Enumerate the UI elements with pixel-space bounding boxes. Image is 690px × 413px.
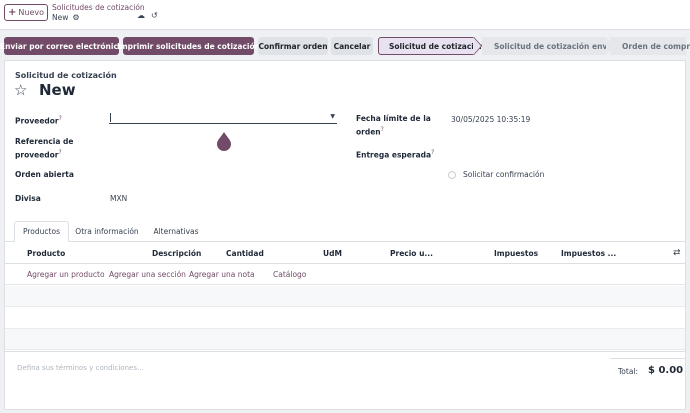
currency-value[interactable]: MXN	[110, 194, 127, 203]
record-actions: ☁ ↺	[137, 11, 158, 20]
cancel-button[interactable]: Cancelar	[331, 37, 373, 55]
blanket-order-label: Orden abierta	[15, 170, 74, 179]
new-button-label: Nuevo	[18, 8, 44, 17]
tab-products[interactable]: Productos	[14, 221, 69, 242]
top-bar: + Nuevo Solicitudes de cotización New ⚙ …	[0, 0, 690, 30]
gear-icon[interactable]: ⚙	[72, 13, 79, 22]
status-arrow-fill	[473, 37, 481, 55]
status-purchase-order[interactable]: Orden de compra	[610, 37, 690, 55]
currency-label: Divisa	[15, 194, 41, 203]
ack-label: Solicitar confirmación	[463, 170, 545, 179]
empty-row	[5, 329, 685, 350]
help-icon[interactable]: ?	[381, 126, 384, 133]
add-section-link[interactable]: Agregar una sección	[109, 270, 186, 279]
confirm-order-button[interactable]: Confirmar orden	[258, 37, 328, 55]
form-sheet: Solicitud de cotización ☆ New Proveedor?…	[4, 60, 686, 410]
help-icon[interactable]: ?	[431, 149, 434, 156]
discard-icon[interactable]: ↺	[151, 11, 158, 20]
order-lines-header: Producto Descripción Cantidad UdM Precio…	[5, 243, 685, 264]
column-quantity[interactable]: Cantidad	[226, 249, 264, 258]
breadcrumb-current: New ⚙	[52, 13, 80, 22]
tab-other-info[interactable]: Otra información	[73, 221, 141, 242]
document-type-label: Solicitud de cotización	[15, 71, 117, 80]
record-name: New	[52, 13, 69, 22]
column-taxes[interactable]: Impuestos	[494, 249, 538, 258]
column-taxes-2[interactable]: Impuestos ...	[561, 249, 616, 258]
drop-icon	[217, 132, 231, 151]
print-rfq-button[interactable]: Imprimir solicitudes de cotización	[117, 37, 260, 55]
divider	[5, 351, 685, 352]
total-summary: Total: $ 0.00	[610, 358, 685, 380]
text-caret	[110, 113, 111, 122]
document-title: New	[39, 81, 76, 99]
vendor-input[interactable]: ▼	[109, 111, 337, 124]
terms-input[interactable]: Defina sus términos y condiciones...	[17, 364, 144, 372]
star-icon[interactable]: ☆	[14, 81, 27, 99]
order-deadline-value[interactable]: 30/05/2025 10:35:19	[451, 115, 530, 124]
vendor-label: Proveedor?	[15, 115, 62, 126]
empty-row	[5, 286, 685, 307]
empty-row	[5, 308, 685, 329]
plus-icon: +	[8, 7, 17, 18]
notebook-tabs: Productos Otra información Alternativas	[5, 221, 685, 242]
column-description[interactable]: Descripción	[152, 249, 201, 258]
status-rfq-sent[interactable]: Solicitud de cotización enviada	[482, 37, 625, 55]
cloud-upload-icon[interactable]: ☁	[137, 11, 145, 20]
column-uom[interactable]: UdM	[323, 249, 342, 258]
add-product-link[interactable]: Agregar un producto	[27, 270, 105, 279]
add-note-link[interactable]: Agregar una nota	[189, 270, 255, 279]
column-settings-icon[interactable]: ⇄	[673, 248, 681, 258]
new-button[interactable]: + Nuevo	[4, 4, 48, 21]
help-icon[interactable]: ?	[59, 149, 62, 156]
status-rfq[interactable]: Solicitud de cotización	[378, 37, 484, 55]
chevron-down-icon[interactable]: ▼	[330, 113, 335, 120]
catalog-link[interactable]: Catálogo	[273, 270, 306, 279]
help-icon[interactable]: ?	[59, 115, 62, 122]
total-label: Total:	[618, 367, 639, 376]
add-line-row: Agregar un producto Agregar una sección …	[5, 264, 685, 285]
expected-arrival-label: Entrega esperada?	[356, 149, 435, 160]
column-unit-price[interactable]: Precio u...	[390, 249, 433, 258]
send-email-button[interactable]: Enviar por correo electrónico	[0, 37, 123, 55]
total-value: $ 0.00	[648, 365, 684, 376]
order-deadline-label: Fecha límite de la orden?	[356, 114, 431, 137]
ack-checkbox[interactable]	[448, 171, 456, 179]
vendor-reference-label: Referencia de proveedor?	[15, 137, 74, 160]
breadcrumb-quotations[interactable]: Solicitudes de cotización	[52, 3, 145, 12]
action-bar: Enviar por correo electrónico Imprimir s…	[0, 35, 690, 55]
column-product[interactable]: Producto	[27, 249, 65, 258]
tab-alternatives[interactable]: Alternativas	[147, 221, 205, 242]
